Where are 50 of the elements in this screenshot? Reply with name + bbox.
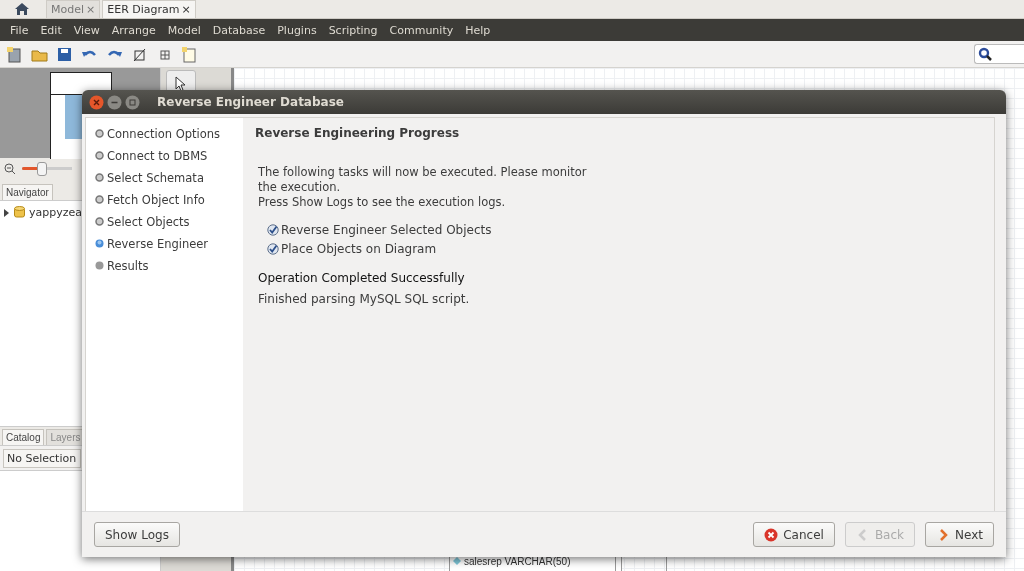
document-tab[interactable]: EER Diagram × (102, 0, 196, 18)
step-label: Results (107, 258, 149, 273)
task-label: Reverse Engineer Selected Objects (281, 223, 492, 237)
dialog-title: Reverse Engineer Database (157, 95, 344, 109)
menu-item[interactable]: Help (459, 23, 497, 37)
schema-tree-item[interactable]: yappyzea (29, 206, 82, 219)
menu-item[interactable]: Database (206, 23, 272, 37)
menu-item[interactable]: Community (383, 23, 460, 37)
step-label: Fetch Object Info (107, 192, 205, 207)
step-label: Connect to DBMS (107, 148, 208, 163)
pointer-icon (175, 76, 187, 92)
zoom-out-icon[interactable] (4, 163, 16, 175)
document-tab[interactable]: Model × (46, 0, 101, 18)
new-document-icon[interactable] (6, 45, 23, 63)
selection-dropdown[interactable]: No Selection (3, 448, 81, 468)
menu-item[interactable]: Plugins (271, 23, 323, 37)
menu-item[interactable]: Scripting (322, 23, 384, 37)
menu-item[interactable]: Edit (34, 23, 68, 37)
menu-item[interactable]: File (4, 23, 35, 37)
navigator-tab[interactable]: Navigator (2, 184, 53, 200)
cancel-button[interactable]: Cancel (753, 522, 835, 547)
menu-item[interactable]: Arrange (105, 23, 162, 37)
step-label: Select Schemata (107, 170, 204, 185)
search-icon (978, 47, 992, 61)
search-field[interactable] (974, 44, 1024, 64)
task-label: Place Objects on Diagram (281, 242, 437, 256)
database-icon (14, 206, 25, 219)
column-definition: salesrep VARCHAR(50) (464, 555, 571, 567)
menu-item[interactable]: Model (161, 23, 207, 37)
maximize-icon[interactable] (125, 94, 140, 110)
next-button[interactable]: Next (925, 522, 994, 547)
step-label: Select Objects (107, 214, 190, 229)
close-icon[interactable]: × (181, 3, 191, 16)
home-icon[interactable] (14, 2, 30, 16)
cancel-icon (764, 527, 779, 542)
step-label: Connection Options (107, 126, 221, 141)
save-icon[interactable] (56, 45, 73, 63)
menu-item[interactable]: View (67, 23, 106, 37)
instruction-text: Press Show Logs to see the execution logs. (258, 195, 507, 210)
section-heading: Reverse Engineering Progress (255, 126, 461, 140)
minimize-icon[interactable] (107, 94, 122, 110)
collapsed-arrow-icon[interactable] (3, 208, 10, 217)
close-icon[interactable] (89, 94, 104, 110)
sidebar-tab[interactable]: Catalog (2, 429, 45, 445)
show-logs-button[interactable]: Show Logs (94, 522, 180, 547)
instruction-text: The following tasks will now be executed. Please monitor the execution. (258, 165, 588, 195)
close-icon[interactable]: × (86, 3, 96, 16)
status-heading: Operation Completed Successfully (258, 271, 466, 285)
status-message: Finished parsing MySQL SQL script. (258, 292, 471, 306)
step-label: Reverse Engineer (107, 236, 209, 251)
